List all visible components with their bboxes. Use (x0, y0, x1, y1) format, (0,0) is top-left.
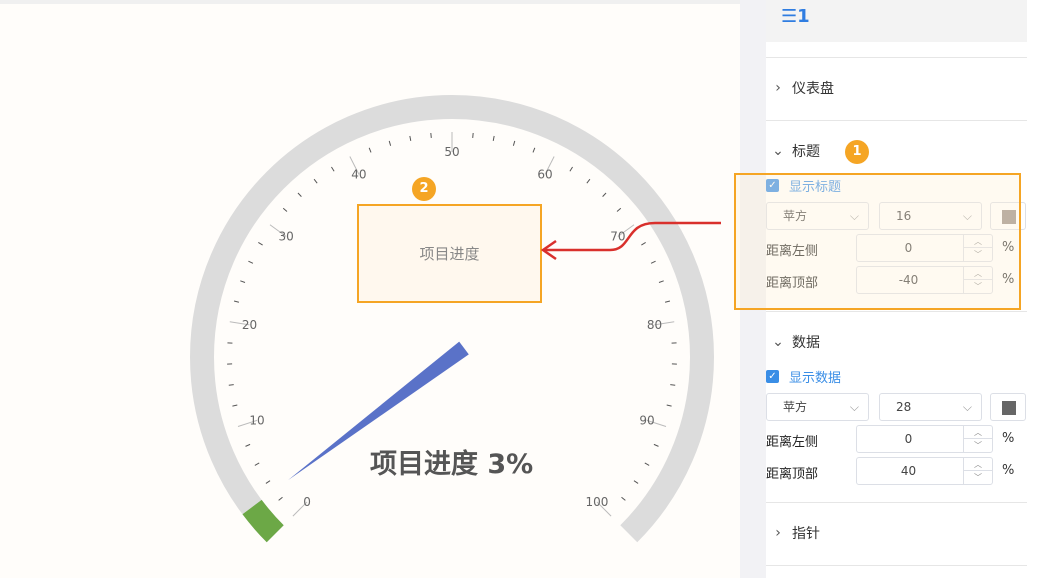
unit-percent: % (1002, 431, 1015, 446)
check-icon: ✓ (766, 370, 779, 383)
divider (766, 565, 1027, 566)
gauge-tick-label: 90 (639, 413, 654, 427)
gauge-tick (248, 260, 254, 264)
gauge-tick (228, 384, 234, 386)
decrement-icon[interactable]: ﹀ (964, 439, 992, 452)
title-settings-highlight (734, 173, 1021, 310)
increment-icon[interactable]: ︿ (964, 458, 992, 471)
gauge-tick-label: 100 (586, 495, 609, 509)
gauge-tick-label: 80 (647, 318, 662, 332)
gauge-tick (265, 480, 271, 484)
gauge-tick (245, 443, 251, 447)
gauge-tick (532, 147, 536, 153)
gauge-value-label: 项目进度 3% (370, 449, 534, 480)
gauge-tick-label: 50 (444, 145, 459, 159)
gauge-tick (653, 443, 659, 447)
gauge-tick (666, 404, 672, 407)
divider (766, 502, 1027, 503)
chevron-down-icon: ⌄ (772, 143, 784, 159)
gauge-tick-label: 0 (303, 495, 311, 509)
gauge-tick (368, 147, 372, 153)
divider (766, 57, 1027, 58)
annotation-badge-2: 2 (412, 177, 436, 201)
gauge-tick (616, 207, 622, 212)
gauge-tick (492, 135, 495, 141)
gauge-tick (644, 462, 650, 466)
gauge-tick (664, 300, 671, 303)
gauge-tick-label: 70 (610, 230, 625, 244)
section-data[interactable]: ⌄ 数据 (766, 332, 820, 352)
gauge-tick-label: 60 (537, 167, 552, 181)
gauge-tick (602, 192, 607, 197)
chevron-down-icon: ⌄ (772, 334, 784, 350)
chevron-right-icon: › (775, 525, 781, 541)
gauge-tick (278, 496, 283, 501)
gauge-tick (409, 135, 412, 141)
data-left-stepper[interactable]: 0 ︿ ﹀ (856, 425, 993, 453)
divider (766, 120, 1027, 121)
gauge-tick (313, 178, 318, 184)
data-left-label: 距离左侧 (766, 435, 819, 450)
gauge-tick (388, 140, 392, 146)
section-data-label: 数据 (792, 335, 820, 351)
section-pointer-label: 指针 (792, 526, 820, 542)
gauge-tick (670, 384, 676, 386)
gauge-tick (232, 404, 238, 407)
gauge-tick (233, 300, 240, 303)
decrement-icon[interactable]: ﹀ (964, 471, 992, 484)
gauge-title-box[interactable]: 项目进度 (357, 204, 542, 303)
gauge-tick (254, 462, 260, 466)
section-title[interactable]: ⌄ 标题 (766, 141, 820, 161)
gauge-tick (240, 280, 246, 283)
gauge-progress (242, 499, 284, 543)
annotation-badge-1: 1 (845, 140, 869, 164)
data-left-value: 0 (904, 432, 913, 446)
gauge-tick (569, 166, 573, 172)
data-top-label: 距离顶部 (766, 467, 819, 482)
show-data-checkbox[interactable]: ✓ 显示数据 (766, 367, 841, 386)
stepper-arrows: ︿ ﹀ (963, 426, 992, 452)
chevron-down-icon: ⌵ (962, 400, 972, 414)
section-title-label: 标题 (792, 144, 820, 160)
gauge-tick (641, 242, 646, 246)
data-color-picker[interactable] (990, 393, 1026, 421)
divider (766, 311, 1027, 312)
gauge-tick (633, 480, 639, 484)
gauge-tick (258, 242, 263, 246)
gauge-tick (297, 192, 302, 197)
unit-percent: % (1002, 463, 1015, 478)
list-order-icon[interactable]: ☰1 (781, 6, 810, 27)
gauge-tick-label: 10 (249, 413, 264, 427)
gauge-tick (282, 207, 288, 212)
data-size-value: 28 (896, 400, 912, 414)
data-font-select[interactable]: 苹方 ⌵ (766, 393, 869, 421)
stepper-arrows: ︿ ﹀ (963, 458, 992, 484)
gauge-tick-label: 20 (242, 318, 257, 332)
section-pointer[interactable]: › 指针 (766, 523, 820, 543)
data-font-value: 苹方 (783, 400, 808, 414)
chevron-right-icon: › (775, 80, 781, 96)
data-size-select[interactable]: 28 ⌵ (879, 393, 982, 421)
gauge-tick (658, 280, 664, 283)
gauge-title: 项目进度 (419, 245, 480, 263)
section-gauge-label: 仪表盘 (792, 81, 834, 97)
gauge-tick-label: 30 (279, 230, 294, 244)
data-top-value: 40 (900, 464, 917, 478)
section-gauge[interactable]: › 仪表盘 (766, 78, 834, 98)
gauge-tick (331, 166, 335, 172)
gauge-tick (621, 496, 626, 501)
gauge-tick-label: 40 (351, 167, 366, 181)
gauge-tick (512, 140, 516, 146)
chevron-down-icon: ⌵ (849, 400, 859, 414)
data-top-stepper[interactable]: 40 ︿ ﹀ (856, 457, 993, 485)
gauge-canvas: 0 10 20 30 40 50 60 70 80 90 100 项目进度 2 项目进度 3% (0, 0, 740, 578)
increment-icon[interactable]: ︿ (964, 426, 992, 439)
gauge-tick (650, 260, 656, 264)
color-swatch (1002, 401, 1016, 415)
panel-header: ☰1 (766, 0, 1027, 42)
show-data-label: 显示数据 (789, 371, 842, 386)
gauge-tick (586, 178, 591, 184)
